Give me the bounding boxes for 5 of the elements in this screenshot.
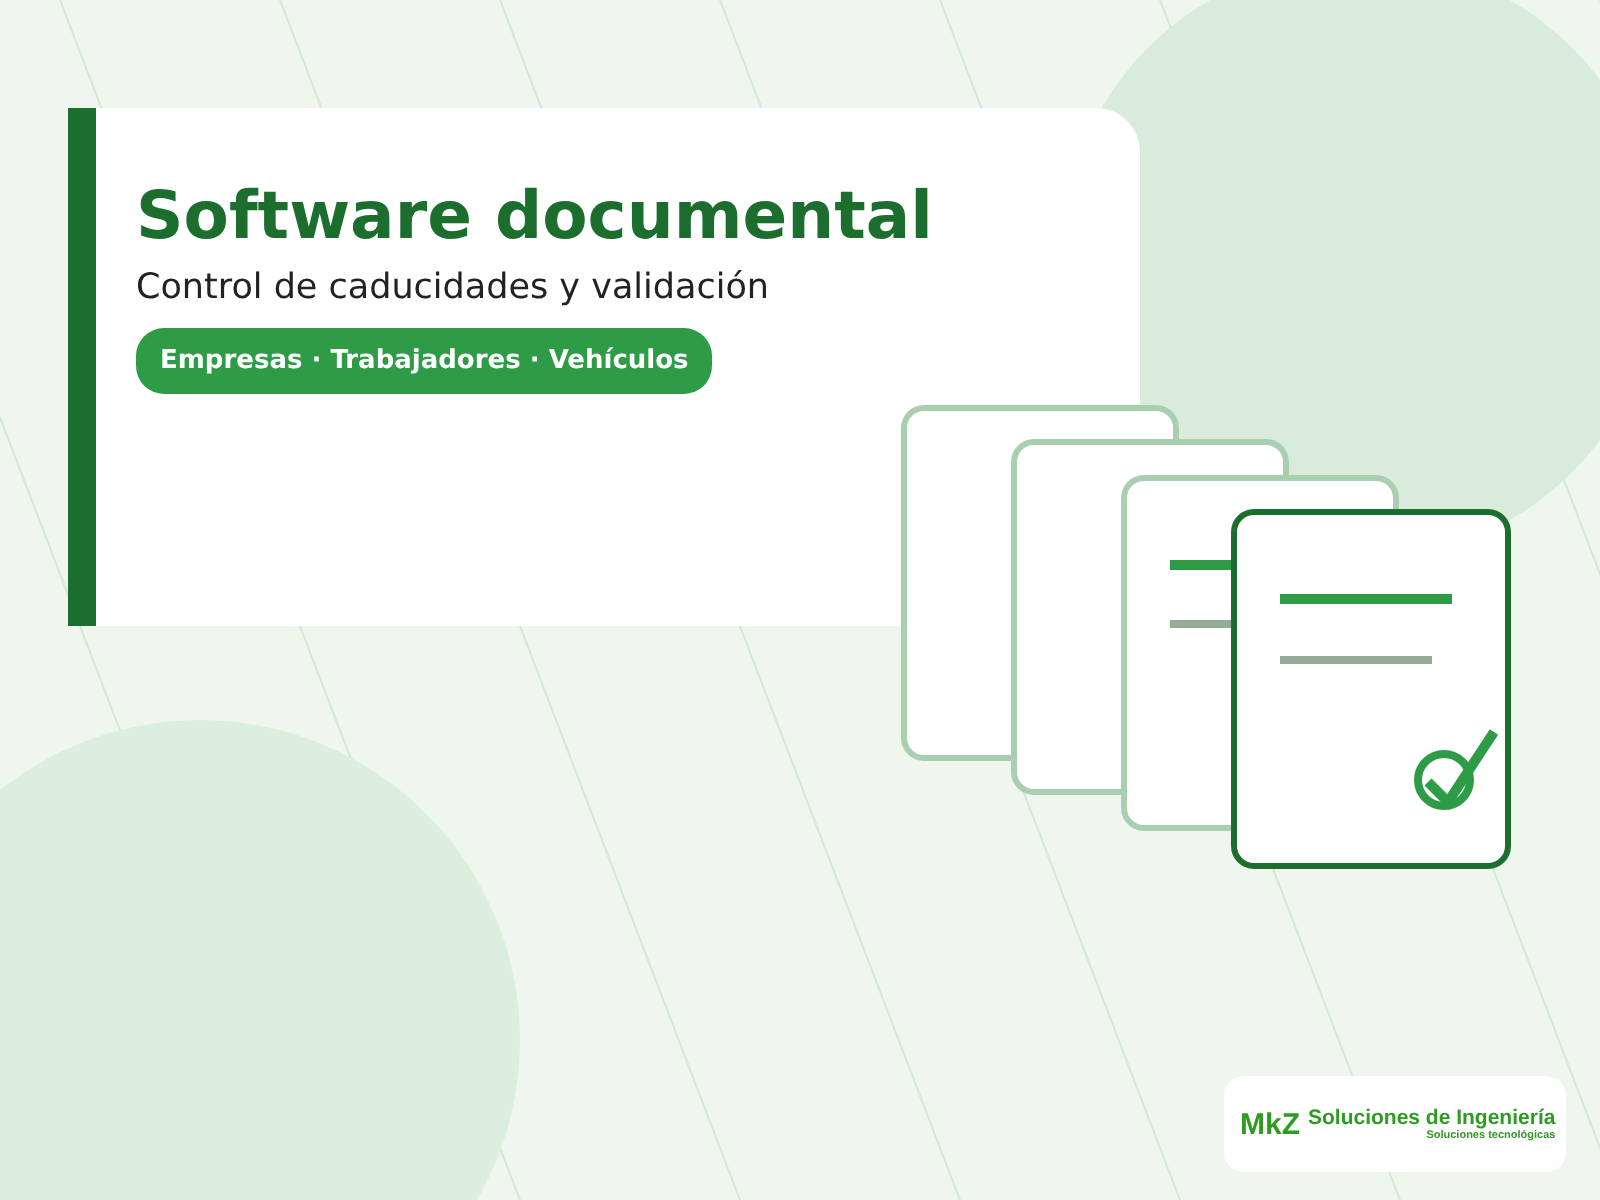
company-name: Soluciones de Ingeniería — [1308, 1106, 1556, 1130]
title: Software documental — [136, 176, 933, 256]
subtitle: Control de caducidades y validación — [136, 267, 770, 308]
logo-mark: MkZ — [1240, 1107, 1300, 1141]
category-tag: Empresas · Trabajadores · Vehículos — [136, 327, 713, 394]
